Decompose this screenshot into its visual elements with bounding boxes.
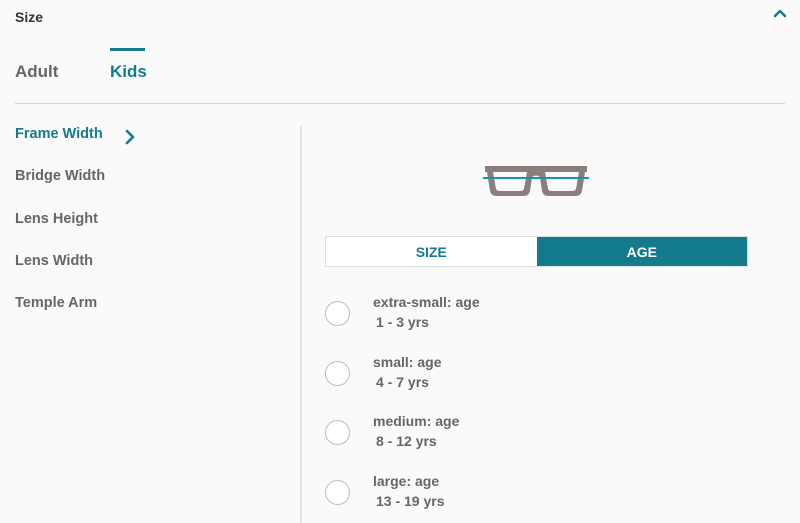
option-label: extra-small: age [373, 294, 480, 310]
size-age-toggle: SIZE AGE [325, 236, 748, 267]
option-range: 1 - 3 yrs [376, 314, 429, 330]
sidebar-item-label: Lens Width [15, 252, 94, 269]
collapse-button[interactable] [772, 6, 788, 22]
option-range: 13 - 19 yrs [376, 493, 445, 510]
tab-adult[interactable]: Adult [15, 62, 58, 82]
chevron-up-icon [773, 9, 787, 18]
section-title: Size [15, 9, 44, 25]
vertical-divider [300, 126, 302, 523]
radio-button[interactable] [325, 360, 350, 386]
glasses-frame-width-icon [481, 163, 591, 199]
sidebar-item-frame-width[interactable]: Frame Width [15, 126, 285, 168]
sidebar-item-lens-width[interactable]: Lens Width [15, 253, 285, 295]
sidebar-item-label: Temple Arm [15, 295, 98, 312]
tab-kids[interactable]: Kids [110, 62, 147, 82]
option-range: 4 - 7 yrs [376, 373, 429, 390]
option-label: large: age [373, 473, 440, 490]
measurement-sidebar: Frame Width Bridge Width Lens Height Len… [15, 126, 285, 337]
sidebar-item-label: Lens Height [15, 210, 98, 227]
radio-button[interactable] [325, 301, 350, 326]
option-label: medium: age [373, 413, 460, 430]
toggle-age-button[interactable]: AGE [536, 237, 747, 266]
sidebar-item-label: Frame Width [15, 126, 103, 142]
sidebar-item-label: Bridge Width [15, 168, 106, 185]
chevron-right-icon [123, 128, 137, 150]
sidebar-item-temple-arm[interactable]: Temple Arm [15, 295, 285, 337]
radio-button[interactable] [325, 420, 350, 446]
sidebar-item-lens-height[interactable]: Lens Height [15, 211, 285, 253]
divider [15, 103, 785, 104]
option-range: 8 - 12 yrs [376, 433, 437, 450]
active-tab-indicator [110, 48, 145, 51]
sidebar-item-bridge-width[interactable]: Bridge Width [15, 168, 285, 210]
option-label: small: age [373, 353, 442, 370]
toggle-size-button[interactable]: SIZE [326, 237, 537, 266]
radio-button[interactable] [325, 480, 350, 506]
